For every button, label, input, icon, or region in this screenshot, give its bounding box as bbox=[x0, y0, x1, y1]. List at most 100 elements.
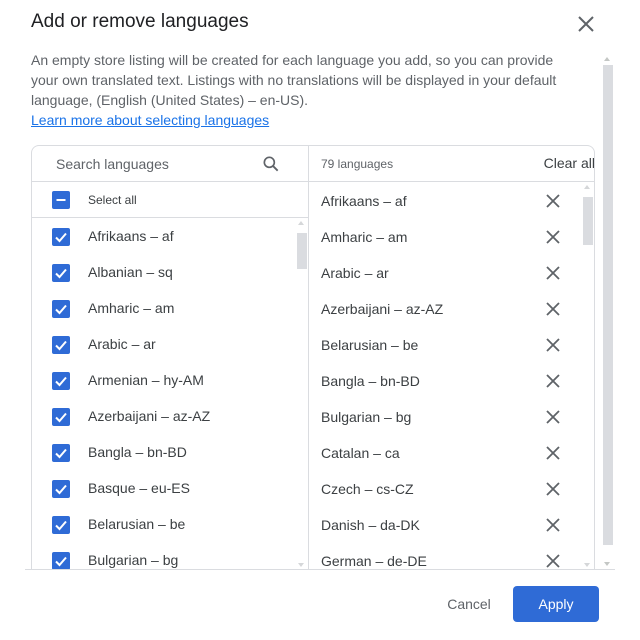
checkmark-icon bbox=[55, 304, 67, 315]
language-option[interactable]: Bangla – bn-BD bbox=[32, 435, 308, 471]
language-checkbox[interactable] bbox=[52, 300, 70, 318]
selected-language-label: Czech – cs-CZ bbox=[321, 481, 414, 497]
checkmark-icon bbox=[55, 376, 67, 387]
checkmark-icon bbox=[55, 448, 67, 459]
dialog-scrollbar[interactable] bbox=[601, 55, 613, 570]
language-option[interactable]: Arabic – ar bbox=[32, 327, 308, 363]
selected-language-item: Bangla – bn-BD bbox=[309, 363, 594, 399]
scrollbar-thumb[interactable] bbox=[297, 233, 307, 269]
language-checkbox[interactable] bbox=[52, 444, 70, 462]
scroll-up-arrow-icon[interactable] bbox=[298, 221, 304, 225]
selected-language-item: Arabic – ar bbox=[309, 255, 594, 291]
checkmark-icon bbox=[55, 412, 67, 423]
scroll-down-arrow-icon[interactable] bbox=[584, 563, 590, 567]
footer-divider bbox=[25, 569, 615, 570]
selected-language-item: Belarusian – be bbox=[309, 327, 594, 363]
selected-header: 79 languages Clear all bbox=[309, 146, 594, 182]
selected-language-label: Bangla – bn-BD bbox=[321, 373, 420, 389]
checkmark-icon bbox=[55, 232, 67, 243]
language-option[interactable]: Amharic – am bbox=[32, 291, 308, 327]
language-option-label: Bangla – bn-BD bbox=[88, 444, 187, 460]
language-checkbox[interactable] bbox=[52, 552, 70, 570]
apply-button[interactable]: Apply bbox=[513, 586, 599, 622]
language-option-label: Azerbaijani – az-AZ bbox=[88, 408, 211, 424]
checkmark-icon bbox=[55, 484, 67, 495]
selected-list-scrollbar[interactable] bbox=[581, 183, 593, 570]
checkmark-icon bbox=[55, 268, 67, 279]
close-icon[interactable] bbox=[545, 193, 561, 209]
language-checkbox[interactable] bbox=[52, 372, 70, 390]
language-option-label: Arabic – ar bbox=[88, 336, 156, 352]
scroll-down-arrow-icon[interactable] bbox=[298, 563, 304, 567]
language-option[interactable]: Belarusian – be bbox=[32, 507, 308, 543]
selected-language-item: Amharic – am bbox=[309, 219, 594, 255]
learn-more-link[interactable]: Learn more about selecting languages bbox=[31, 112, 269, 128]
clear-all-button[interactable]: Clear all bbox=[544, 155, 594, 171]
language-option-label: Belarusian – be bbox=[88, 516, 186, 532]
close-button[interactable] bbox=[574, 12, 598, 36]
dialog-title: Add or remove languages bbox=[31, 11, 249, 32]
selected-language-item: Bulgarian – bg bbox=[309, 399, 594, 435]
close-icon[interactable] bbox=[545, 553, 561, 569]
selected-language-item: Catalan – ca bbox=[309, 435, 594, 471]
language-option[interactable]: Basque – eu-ES bbox=[32, 471, 308, 507]
scroll-up-arrow-icon[interactable] bbox=[584, 185, 590, 189]
language-checkbox[interactable] bbox=[52, 228, 70, 246]
selected-language-label: German – de-DE bbox=[321, 553, 427, 569]
close-icon[interactable] bbox=[545, 517, 561, 533]
selected-language-label: Belarusian – be bbox=[321, 337, 419, 353]
selected-languages-list: Afrikaans – af Amharic – am Arabic – ar Aze… bbox=[309, 183, 594, 570]
available-list-scrollbar[interactable] bbox=[295, 219, 307, 570]
language-option-label: Albanian – sq bbox=[88, 264, 173, 280]
language-option[interactable]: Afrikaans – af bbox=[32, 219, 308, 255]
selected-language-label: Catalan – ca bbox=[321, 445, 400, 461]
language-option[interactable]: Albanian – sq bbox=[32, 255, 308, 291]
selected-language-item: Czech – cs-CZ bbox=[309, 471, 594, 507]
search-input[interactable] bbox=[32, 146, 262, 181]
scroll-down-arrow-icon[interactable] bbox=[604, 562, 610, 566]
language-checkbox[interactable] bbox=[52, 336, 70, 354]
close-icon[interactable] bbox=[545, 301, 561, 317]
language-option-label: Basque – eu-ES bbox=[88, 480, 190, 496]
selected-language-label: Azerbaijani – az-AZ bbox=[321, 301, 444, 317]
language-checkbox[interactable] bbox=[52, 516, 70, 534]
close-icon[interactable] bbox=[545, 337, 561, 353]
selected-language-label: Amharic – am bbox=[321, 229, 408, 245]
selected-language-label: Afrikaans – af bbox=[321, 193, 407, 209]
select-all-checkbox[interactable] bbox=[52, 191, 70, 209]
scrollbar-thumb[interactable] bbox=[583, 197, 593, 245]
close-icon[interactable] bbox=[545, 373, 561, 389]
language-checkbox[interactable] bbox=[52, 480, 70, 498]
language-checkbox[interactable] bbox=[52, 264, 70, 282]
selected-count: 79 languages bbox=[321, 157, 394, 171]
close-icon bbox=[578, 16, 594, 32]
close-icon[interactable] bbox=[545, 265, 561, 281]
language-checkbox[interactable] bbox=[52, 408, 70, 426]
selected-language-label: Bulgarian – bg bbox=[321, 409, 412, 425]
language-option-label: Amharic – am bbox=[88, 300, 175, 316]
selected-languages-column: 79 languages Clear all Afrikaans – af Amh… bbox=[309, 146, 594, 570]
description-text: An empty store listing will be created f… bbox=[31, 52, 557, 108]
cancel-button[interactable]: Cancel bbox=[434, 588, 504, 620]
language-option-label: Bulgarian – bg bbox=[88, 552, 179, 568]
search-row bbox=[32, 146, 308, 182]
select-all-label: Select all bbox=[88, 193, 137, 207]
select-all-row[interactable]: Select all bbox=[32, 182, 308, 218]
checkmark-icon bbox=[55, 556, 67, 567]
scroll-up-arrow-icon[interactable] bbox=[604, 57, 610, 61]
selected-language-item: Afrikaans – af bbox=[309, 183, 594, 219]
close-icon[interactable] bbox=[545, 445, 561, 461]
search-icon[interactable] bbox=[261, 154, 281, 174]
available-languages-list: Afrikaans – af Albanian – sq Amharic – am A… bbox=[32, 219, 308, 570]
available-languages-column: Select all Afrikaans – af Albanian – sq Am… bbox=[32, 146, 309, 570]
checkmark-icon bbox=[55, 340, 67, 351]
close-icon[interactable] bbox=[545, 481, 561, 497]
language-option[interactable]: Armenian – hy-AM bbox=[32, 363, 308, 399]
language-option[interactable]: Azerbaijani – az-AZ bbox=[32, 399, 308, 435]
scrollbar-thumb[interactable] bbox=[603, 65, 613, 545]
indeterminate-icon bbox=[56, 199, 66, 201]
close-icon[interactable] bbox=[545, 409, 561, 425]
close-icon[interactable] bbox=[545, 229, 561, 245]
language-option-label: Armenian – hy-AM bbox=[88, 372, 204, 388]
language-option[interactable]: Bulgarian – bg bbox=[32, 543, 308, 570]
